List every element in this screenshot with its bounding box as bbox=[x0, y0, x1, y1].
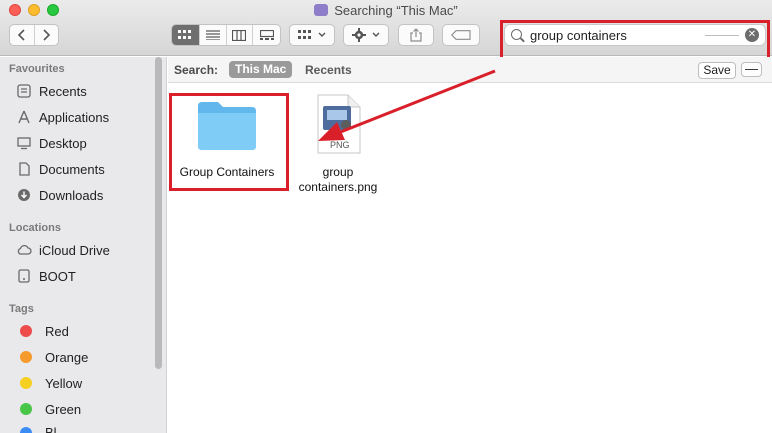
folder-highlight-box bbox=[169, 93, 289, 191]
grid-icon bbox=[298, 30, 311, 39]
result-item-group-containers-png[interactable]: group containers.png bbox=[290, 165, 386, 195]
search-scope-bar: Search: This Mac Recents Save — bbox=[168, 57, 772, 83]
tag-color-dot bbox=[20, 351, 32, 363]
columns-icon bbox=[232, 29, 247, 41]
cloud-icon bbox=[16, 242, 32, 258]
smart-folder-icon bbox=[314, 4, 329, 16]
group-by-button[interactable] bbox=[289, 24, 335, 46]
document-icon bbox=[16, 161, 32, 177]
tags-header: Tags bbox=[9, 303, 34, 315]
sidebar-item-recents[interactable]: Recents bbox=[16, 81, 87, 101]
desktop-icon bbox=[16, 135, 32, 151]
back-button[interactable] bbox=[10, 25, 35, 45]
applications-icon bbox=[16, 109, 32, 125]
png-badge-label: PNG bbox=[330, 140, 350, 150]
sidebar-tag-orange[interactable]: Orange bbox=[16, 347, 88, 367]
column-view-button[interactable] bbox=[227, 25, 254, 45]
sidebar-item-documents[interactable]: Documents bbox=[16, 159, 105, 179]
sidebar-tag-blue[interactable]: Bl bbox=[16, 423, 57, 433]
edit-tags-button[interactable] bbox=[442, 24, 480, 46]
file-name-line-1: group bbox=[322, 165, 354, 179]
view-mode-control bbox=[171, 24, 281, 46]
tag-color-dot bbox=[20, 403, 32, 415]
sidebar-tag-green[interactable]: Green bbox=[16, 399, 81, 419]
tag-color-dot bbox=[20, 377, 32, 389]
share-button[interactable] bbox=[398, 24, 434, 46]
sidebar: Favourites Recents Applications Desktop … bbox=[0, 57, 167, 433]
chevron-down-icon bbox=[318, 32, 326, 37]
sidebar-tag-red[interactable]: Red bbox=[16, 321, 69, 341]
download-icon bbox=[16, 187, 32, 203]
share-icon bbox=[410, 28, 422, 42]
action-menu-button[interactable] bbox=[343, 24, 389, 46]
icon-view-button[interactable] bbox=[172, 25, 200, 45]
clock-icon bbox=[16, 83, 32, 99]
locations-header: Locations bbox=[9, 222, 61, 234]
save-search-button[interactable]: Save bbox=[698, 62, 736, 79]
navigation-buttons bbox=[9, 24, 59, 46]
list-icon bbox=[205, 30, 220, 40]
favourites-header: Favourites bbox=[9, 63, 65, 75]
tag-icon bbox=[451, 30, 471, 40]
gear-icon bbox=[352, 28, 366, 42]
sidebar-item-applications[interactable]: Applications bbox=[16, 107, 109, 127]
search-highlight-box bbox=[500, 20, 770, 60]
scope-recents[interactable]: Recents bbox=[305, 63, 352, 77]
sidebar-tag-yellow[interactable]: Yellow bbox=[16, 373, 82, 393]
forward-button[interactable] bbox=[35, 25, 59, 45]
tag-color-dot bbox=[20, 325, 32, 337]
tag-color-dot bbox=[20, 427, 32, 433]
sidebar-item-desktop[interactable]: Desktop bbox=[16, 133, 87, 153]
gallery-icon bbox=[259, 29, 274, 40]
chevron-right-icon bbox=[43, 29, 51, 41]
file-name-line-2: containers.png bbox=[298, 180, 378, 194]
grid-icon bbox=[178, 30, 192, 39]
chevron-down-icon bbox=[372, 32, 380, 37]
sidebar-item-downloads[interactable]: Downloads bbox=[16, 185, 103, 205]
scope-this-mac[interactable]: This Mac bbox=[229, 61, 293, 78]
list-view-button[interactable] bbox=[200, 25, 227, 45]
sidebar-item-boot[interactable]: BOOT bbox=[16, 266, 76, 286]
window-title: Searching “This Mac” bbox=[0, 3, 772, 18]
gallery-view-button[interactable] bbox=[253, 25, 280, 45]
chevron-left-icon bbox=[17, 29, 25, 41]
sidebar-item-icloud-drive[interactable]: iCloud Drive bbox=[16, 240, 110, 260]
sidebar-scrollbar[interactable] bbox=[155, 57, 162, 369]
remove-criteria-button[interactable]: — bbox=[741, 62, 762, 77]
search-scope-label: Search: bbox=[174, 63, 219, 77]
disk-icon bbox=[16, 268, 32, 284]
